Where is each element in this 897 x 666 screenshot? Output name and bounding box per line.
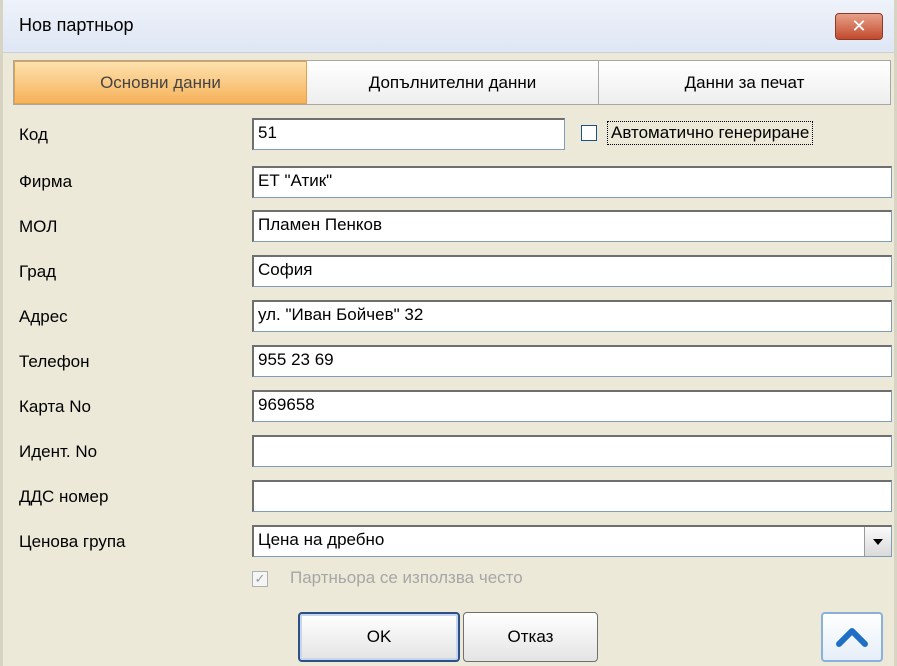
- company-field[interactable]: ЕТ "Атик": [252, 166, 892, 198]
- vat-no-field[interactable]: [252, 480, 892, 512]
- address-field[interactable]: ул. "Иван Бойчев" 32: [252, 300, 892, 332]
- close-button[interactable]: ✕: [835, 13, 883, 40]
- vat-no-label: ДДС номер: [19, 487, 109, 506]
- code-field[interactable]: 51: [252, 118, 565, 150]
- city-field[interactable]: София: [252, 255, 892, 287]
- tab-print-data[interactable]: Данни за печат: [599, 61, 890, 104]
- card-no-field[interactable]: 969658: [252, 390, 892, 422]
- auto-generate-checkbox[interactable]: [581, 125, 597, 141]
- auto-generate-label[interactable]: Автоматично генериране: [607, 121, 814, 145]
- window-title: Нов партньор: [19, 15, 134, 35]
- address-label: Адрес: [19, 307, 68, 326]
- dialog-window: Нов партньор ✕ Основни данни Допълнителн…: [0, 0, 897, 666]
- chevron-down-icon: [873, 538, 883, 545]
- company-label: Фирма: [19, 172, 73, 191]
- mol-field[interactable]: Пламен Пенков: [252, 210, 892, 242]
- frequent-label: Партньора се използва често: [290, 568, 523, 587]
- price-group-value: Цена на дребно: [258, 530, 385, 549]
- dropdown-button[interactable]: [864, 527, 891, 556]
- ident-no-field[interactable]: [252, 435, 892, 467]
- mol-label: МОЛ: [19, 217, 58, 236]
- chevron-up-icon: [836, 628, 868, 647]
- title-bar[interactable]: Нов партньор ✕: [3, 0, 894, 53]
- ok-button[interactable]: OK: [298, 612, 460, 662]
- close-icon: ✕: [851, 16, 867, 36]
- tab-bar: Основни данни Допълнителни данни Данни з…: [13, 60, 891, 105]
- phone-field[interactable]: 955 23 69: [252, 345, 892, 377]
- phone-label: Телефон: [19, 352, 90, 371]
- tab-additional-data[interactable]: Допълнителни данни: [307, 61, 599, 104]
- frequent-checkbox: ✓: [252, 571, 268, 587]
- price-group-label: Ценова група: [19, 532, 126, 551]
- code-label: Код: [19, 125, 48, 144]
- card-no-label: Карта No: [19, 397, 91, 416]
- cancel-button[interactable]: Отказ: [463, 612, 598, 662]
- city-label: Град: [19, 262, 57, 281]
- ident-no-label: Идент. No: [19, 442, 98, 461]
- price-group-select[interactable]: Цена на дребно: [252, 525, 892, 557]
- collapse-button[interactable]: [821, 612, 883, 662]
- tab-basic-data[interactable]: Основни данни: [14, 61, 307, 104]
